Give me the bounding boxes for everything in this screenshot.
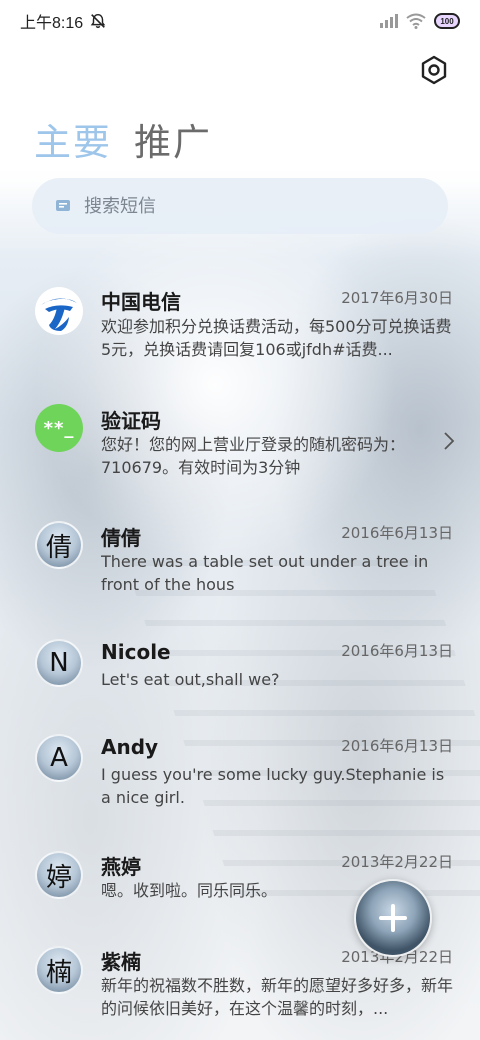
- chevron-right-icon[interactable]: [442, 430, 456, 452]
- avatar: 楠: [35, 946, 83, 994]
- conversation-item[interactable]: **_ 验证码 您好！您的网上营业厅登录的随机密码为：710679。有效时间为3…: [0, 380, 480, 477]
- status-indicators: 100: [380, 13, 460, 29]
- signal-icon: [380, 14, 398, 28]
- status-time: 上午8:16: [20, 15, 84, 32]
- avatar: A: [35, 734, 83, 782]
- conversation-name: 倩倩: [101, 526, 141, 550]
- conversation-name: 验证码: [101, 409, 161, 433]
- avatar: N: [35, 639, 83, 687]
- conversation-date: 2016年6月13日: [341, 524, 453, 542]
- conversation-item[interactable]: 倩 倩倩 2016年6月13日 There was a table set ou…: [0, 497, 480, 594]
- battery-icon: 100: [434, 13, 460, 29]
- conversation-date: 2017年6月30日: [341, 289, 453, 307]
- conversation-date: 2013年2月22日: [341, 853, 453, 871]
- avatar: 婷: [35, 851, 83, 899]
- avatar: **_: [35, 404, 83, 452]
- message-search-icon: [56, 200, 70, 211]
- conversation-name: 紫楠: [101, 950, 141, 974]
- tab-main[interactable]: 主要: [34, 112, 112, 166]
- conversation-date: 2016年6月13日: [341, 642, 453, 660]
- new-message-button[interactable]: [354, 879, 432, 957]
- conversation-item[interactable]: 中国电信 2017年6月30日 欢迎参加积分兑换话费活动，每500分可兑换话费5…: [0, 263, 480, 359]
- china-telecom-logo-icon: [35, 287, 83, 335]
- avatar: 倩: [35, 521, 83, 569]
- conversation-preview: 新年的祝福数不胜数，新年的愿望好多好多，新年的问候依旧美好，在这个温馨的时刻，.…: [101, 976, 453, 1018]
- conversation-preview: 欢迎参加积分兑换话费活动，每500分可兑换话费5元，兑换话费请回复106或jfd…: [101, 317, 452, 359]
- conversation-name: 中国电信: [101, 290, 181, 314]
- conversation-preview: I guess you're some lucky guy.Stephanie …: [101, 765, 445, 807]
- conversation-item[interactable]: N Nicole 2016年6月13日 Let's eat out,shall …: [0, 615, 480, 711]
- conversation-name: Nicole: [101, 640, 171, 664]
- hexagon-gear-icon[interactable]: [418, 54, 450, 86]
- status-bar: 上午8:16 100: [0, 0, 480, 42]
- search-bar[interactable]: [32, 178, 448, 234]
- plus-icon: [379, 904, 407, 932]
- conversation-preview: Let's eat out,shall we?: [101, 670, 280, 689]
- tab-bar: 主要 推广: [34, 112, 212, 166]
- conversation-name: 燕婷: [101, 855, 141, 879]
- wifi-icon: [406, 13, 426, 29]
- conversation-item[interactable]: A Andy 2016年6月13日 I guess you're some lu…: [0, 710, 480, 807]
- search-input[interactable]: [84, 195, 404, 217]
- conversation-preview: There was a table set out under a tree i…: [101, 552, 429, 594]
- conversation-name: Andy: [101, 735, 159, 759]
- conversation-preview: 您好！您的网上营业厅登录的随机密码为：710679。有效时间为3分钟: [101, 435, 406, 477]
- tab-promotions[interactable]: 推广: [134, 112, 212, 166]
- conversation-date: 2016年6月13日: [341, 737, 453, 755]
- bell-off-icon: [90, 13, 106, 29]
